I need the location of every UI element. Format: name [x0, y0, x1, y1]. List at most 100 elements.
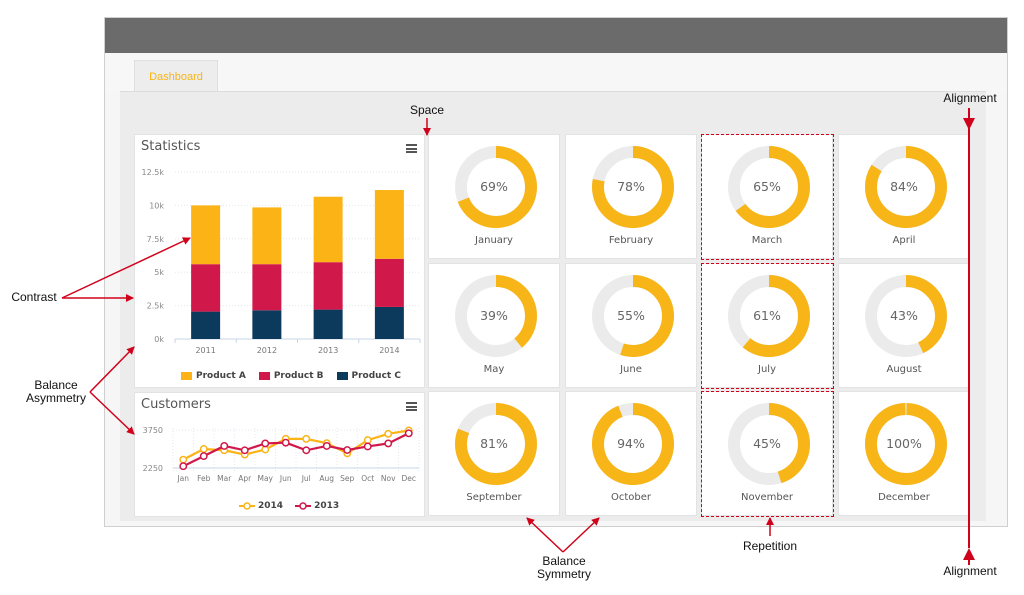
annotation-repetition: Repetition: [742, 539, 798, 553]
donut-percent-label: 55%: [617, 308, 645, 323]
tab-dashboard[interactable]: Dashboard: [134, 60, 218, 92]
x-tick-label: Jan: [176, 474, 189, 483]
x-tick-label: Dec: [401, 474, 416, 483]
month-card-june[interactable]: 55% June: [565, 263, 697, 388]
x-tick-label: Apr: [238, 474, 252, 483]
bar-product-b-2012[interactable]: [252, 264, 282, 311]
x-tick-label: May: [257, 474, 273, 483]
point-2014-Jan[interactable]: [179, 455, 188, 464]
customers-panel: Customers 2250 3750 Jan Feb Mar Apr May Jun Jul A…: [134, 392, 425, 517]
legend-label-product-c[interactable]: Product C: [352, 371, 401, 381]
bar-product-a-2014[interactable]: [374, 190, 404, 259]
donut-percent-label: 81%: [480, 436, 508, 451]
donut-percent-label: 78%: [617, 179, 645, 194]
month-label: December: [878, 492, 930, 503]
month-card-february[interactable]: 78% February: [565, 134, 697, 259]
statistics-bar-chart: 0k 2.5k 5k 7.5k 10k 12.5k 2011 2012 2013 2014: [142, 168, 421, 355]
donut-percent-label: 100%: [886, 436, 922, 451]
x-tick-label: 2014: [379, 346, 399, 355]
point-2013-Nov[interactable]: [384, 439, 393, 448]
y-tick-label: 7.5k: [147, 235, 165, 244]
hamburger-menu-icon[interactable]: [406, 144, 417, 153]
point-2014-Jul[interactable]: [302, 434, 311, 443]
month-label: May: [483, 364, 505, 375]
bar-product-c-2013[interactable]: [313, 309, 343, 339]
y-tick-label: 5k: [154, 268, 164, 277]
x-tick-label: Oct: [361, 474, 374, 483]
x-tick-label: Aug: [319, 474, 334, 483]
month-card-april[interactable]: 84% April: [838, 134, 970, 259]
legend-label-product-b[interactable]: Product B: [274, 371, 324, 381]
bar-product-a-2011[interactable]: [191, 205, 221, 265]
bar-product-c-2012[interactable]: [252, 310, 282, 339]
customers-line-chart: 2250 3750 Jan Feb Mar Apr May Jun Jul Aug Sep Oct No…: [143, 426, 420, 483]
month-label: April: [892, 235, 916, 246]
x-tick-label: Jul: [301, 474, 311, 483]
x-tick-label: Mar: [217, 474, 232, 483]
point-2013-Apr[interactable]: [240, 446, 249, 455]
point-2013-Oct[interactable]: [363, 442, 372, 451]
customers-legend: 2014 2013: [239, 501, 339, 511]
month-label: August: [886, 364, 922, 375]
alignment-arrow-bottom: [963, 548, 975, 560]
point-2013-Aug[interactable]: [322, 442, 331, 450]
donut-percent-label: 94%: [617, 436, 645, 451]
statistics-panel: Statistics 0k 2.5k 5k 7.5k 10k 12.5k 2011 2012 2…: [134, 134, 425, 388]
bar-product-a-2012[interactable]: [252, 207, 282, 265]
annotation-balance-asymmetry: Balance Asymmetry: [26, 378, 86, 405]
y-tick-label: 10k: [149, 201, 164, 210]
point-2013-May[interactable]: [261, 439, 270, 448]
legend-swatch-product-a: [181, 372, 192, 380]
bar-product-a-2013[interactable]: [313, 196, 343, 263]
point-2013-Feb[interactable]: [199, 452, 208, 461]
bar-product-c-2011[interactable]: [191, 311, 221, 339]
point-2013-Dec[interactable]: [404, 429, 413, 438]
y-tick-label: 3750: [143, 426, 163, 435]
month-label: January: [475, 235, 513, 246]
bar-product-b-2011[interactable]: [191, 264, 221, 312]
repetition-box-july: [701, 263, 834, 389]
donut-percent-label: 39%: [480, 308, 508, 323]
month-card-december[interactable]: 100% December: [838, 391, 970, 516]
hamburger-menu-icon[interactable]: [406, 402, 417, 411]
statistics-title: Statistics: [141, 139, 201, 154]
x-tick-label: Feb: [197, 474, 211, 483]
point-2013-Mar[interactable]: [220, 442, 229, 450]
point-2014-Oct[interactable]: [363, 436, 372, 445]
legend-marker-2014: [239, 502, 255, 510]
bar-product-b-2013[interactable]: [313, 262, 343, 310]
month-card-january[interactable]: 69% January: [428, 134, 560, 259]
x-tick-label: Nov: [381, 474, 396, 483]
month-card-october[interactable]: 94% October: [565, 391, 697, 516]
month-card-august[interactable]: 43% August: [838, 263, 970, 388]
legend-label-product-a[interactable]: Product A: [196, 371, 246, 381]
point-2013-Jan[interactable]: [179, 462, 188, 471]
donut-percent-label: 43%: [890, 308, 918, 323]
point-2014-Nov[interactable]: [384, 429, 393, 438]
annotation-balance-symmetry: Balance Symmetry: [537, 554, 591, 581]
month-card-may[interactable]: 39% May: [428, 263, 560, 388]
statistics-legend: Product A Product B Product C: [181, 371, 401, 381]
point-2013-Jun[interactable]: [281, 438, 290, 447]
annotation-alignment-bottom: Alignment: [943, 564, 997, 578]
point-2014-Feb[interactable]: [199, 445, 208, 453]
legend-swatch-product-c: [336, 372, 348, 380]
legend-label-2013[interactable]: 2013: [314, 501, 339, 511]
annotation-space: Space: [409, 103, 445, 117]
month-label: February: [608, 235, 654, 246]
customers-title: Customers: [141, 397, 211, 412]
x-tick-label: Jun: [279, 474, 292, 483]
bar-product-b-2014[interactable]: [374, 258, 404, 307]
bar-product-c-2014[interactable]: [374, 306, 404, 339]
title-bar: [105, 18, 1007, 53]
legend-label-2014[interactable]: 2014: [258, 501, 283, 511]
legend-swatch-product-b: [258, 372, 270, 380]
x-tick-label: 2011: [195, 346, 215, 355]
point-2013-Sep[interactable]: [343, 446, 352, 454]
donut-percent-label: 84%: [890, 179, 918, 194]
month-card-september[interactable]: 81% September: [428, 391, 560, 516]
y-tick-label: 12.5k: [142, 168, 165, 177]
y-tick-label: 0k: [154, 335, 164, 344]
point-2013-Jul[interactable]: [302, 446, 311, 455]
repetition-box-november: [701, 391, 834, 517]
